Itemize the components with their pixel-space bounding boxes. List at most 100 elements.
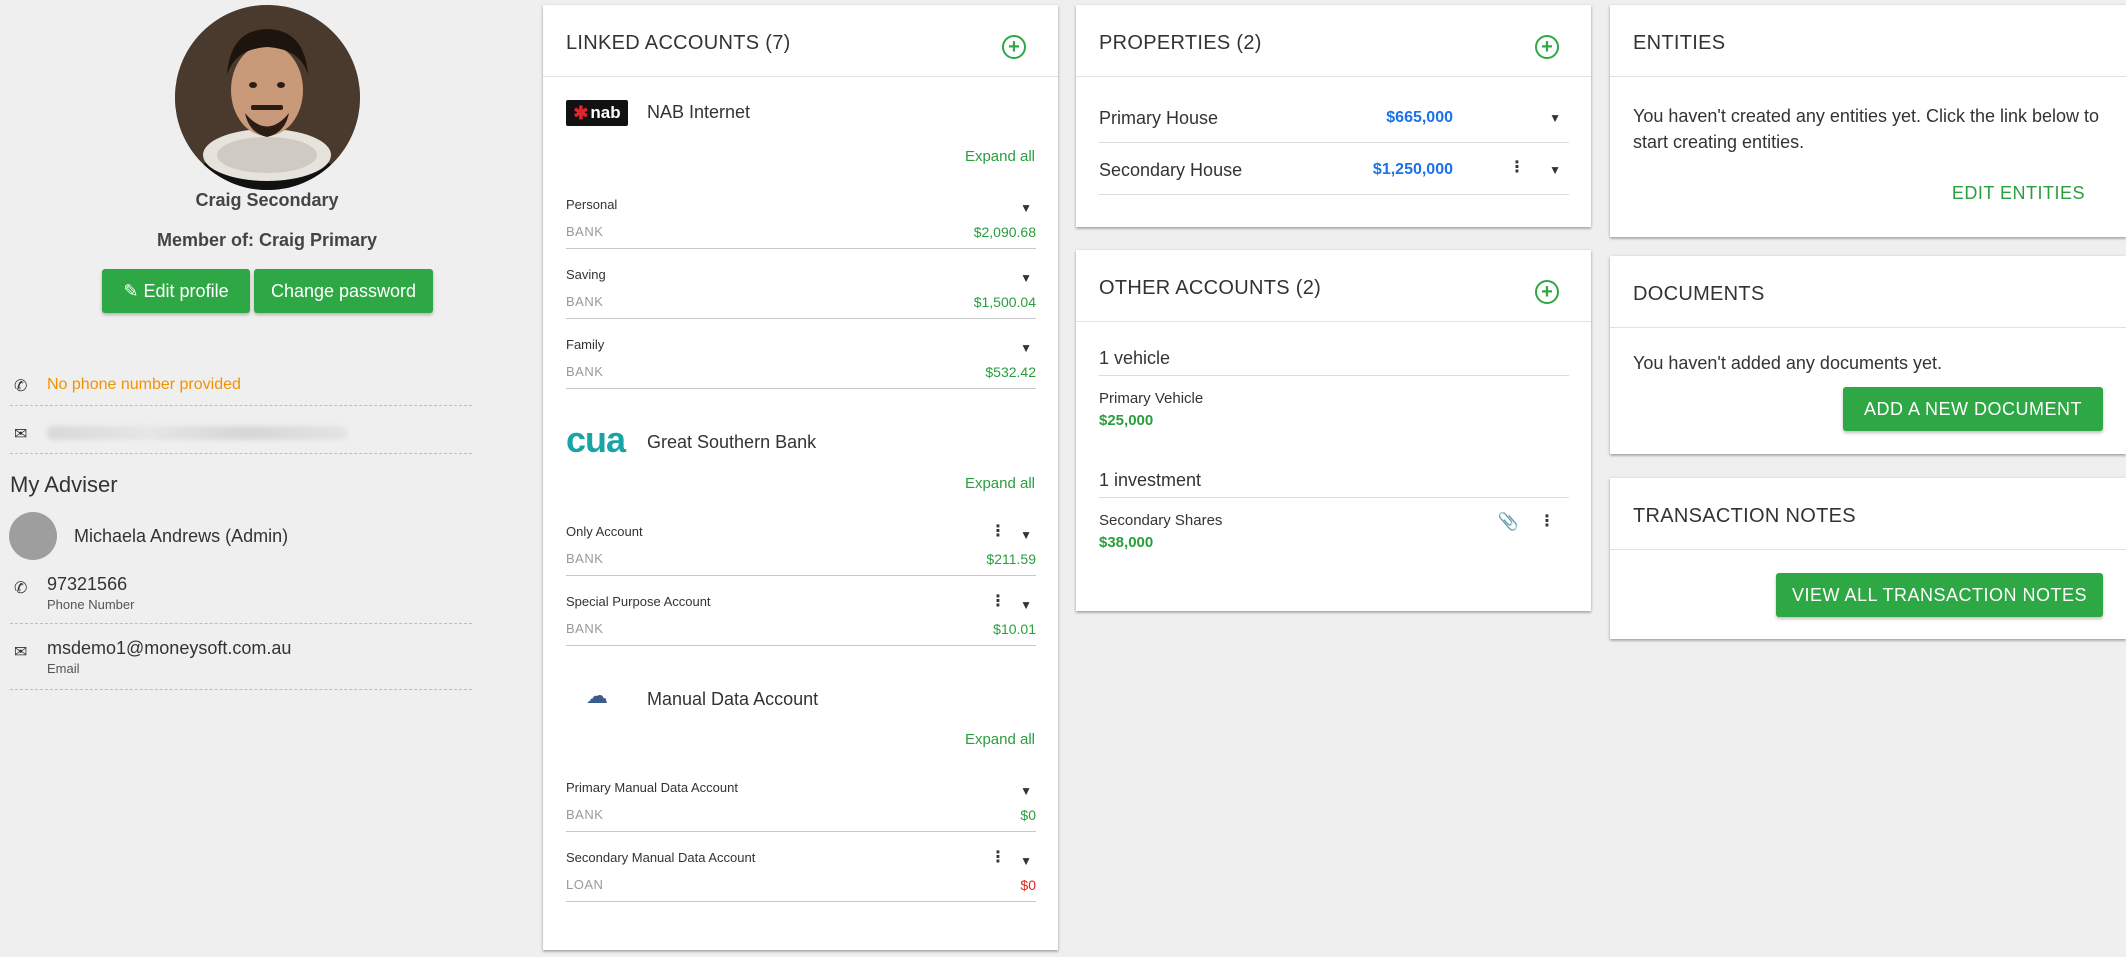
bank-name: Great Southern Bank	[647, 432, 817, 452]
other-group-label: 1 vehicle	[1099, 348, 1171, 368]
adviser-phone-row: ✆ 97321566 Phone Number	[10, 574, 472, 624]
documents-title: DOCUMENTS	[1633, 283, 1765, 305]
edit-entities-link[interactable]: EDIT ENTITIES	[1952, 183, 2085, 204]
property-value: $665,000	[1386, 109, 1453, 126]
other-group-label: 1 investment	[1099, 470, 1202, 490]
add-linked-account-icon[interactable]: +	[1002, 35, 1026, 59]
cua-logo: cua	[566, 419, 626, 460]
account-name: Family	[566, 337, 605, 352]
other-account-value: $38,000	[1099, 534, 1154, 551]
email-icon: ✉	[14, 426, 28, 443]
profile-phone: No phone number provided	[47, 376, 241, 393]
account-row[interactable]: Secondary Manual Data Account ⋮ ▼ LOAN $…	[566, 850, 1036, 902]
more-vert-icon[interactable]: ⋮	[1509, 160, 1525, 176]
other-account-item[interactable]: Primary Vehicle $25,000	[1099, 390, 1569, 440]
property-value: $1,250,000	[1372, 161, 1453, 178]
account-row[interactable]: Family ▼ BANK $532.42	[566, 337, 1036, 389]
chevron-down-icon[interactable]: ▼	[1020, 854, 1032, 868]
adviser-email-label: Email	[47, 661, 80, 676]
account-balance: $10.01	[993, 621, 1036, 637]
account-balance: $2,090.68	[973, 224, 1036, 240]
add-property-icon[interactable]: +	[1535, 35, 1559, 59]
property-row[interactable]: Primary House $665,000 ▼	[1099, 93, 1569, 143]
profile-name: Craig Secondary	[195, 190, 339, 210]
account-row[interactable]: Only Account ⋮ ▼ BANK $211.59	[566, 524, 1036, 576]
other-accounts-title: OTHER ACCOUNTS (2)	[1099, 277, 1322, 299]
chevron-down-icon[interactable]: ▼	[1020, 201, 1032, 215]
account-row[interactable]: Special Purpose Account ⋮ ▼ BANK $10.01	[566, 594, 1036, 646]
other-group-vehicle: 1 vehicle	[1099, 336, 1569, 376]
view-all-transaction-notes-button[interactable]: VIEW ALL TRANSACTION NOTES	[1776, 573, 2103, 617]
other-accounts-header: OTHER ACCOUNTS (2) +	[1076, 250, 1591, 322]
account-type: BANK	[566, 807, 604, 822]
account-balance: $0	[1020, 877, 1036, 893]
profile-avatar	[175, 5, 360, 190]
other-account-item[interactable]: Secondary Shares $38,000 📎 ⋮	[1099, 512, 1569, 562]
member-of: Member of: Craig Primary	[156, 230, 378, 250]
transaction-notes-card: TRANSACTION NOTES VIEW ALL TRANSACTION N…	[1610, 478, 2126, 639]
chevron-down-icon[interactable]: ▼	[1549, 163, 1561, 177]
pencil-icon: ✎	[123, 280, 139, 301]
chevron-down-icon[interactable]: ▼	[1020, 598, 1032, 612]
bank-manual: ☁ Manual Data Account	[566, 683, 1036, 727]
properties-header: PROPERTIES (2) +	[1076, 5, 1591, 77]
linked-accounts-title: LINKED ACCOUNTS (7)	[566, 32, 791, 54]
entities-card: ENTITIES You haven't created any entitie…	[1610, 5, 2126, 237]
transaction-notes-title: TRANSACTION NOTES	[1633, 505, 1856, 527]
edit-profile-label: Edit profile	[143, 280, 229, 301]
cloud-upload-icon: ☁	[586, 683, 608, 708]
adviser-phone-label: Phone Number	[47, 597, 135, 612]
account-name: Secondary Manual Data Account	[566, 850, 756, 865]
adviser-name: Michaela Andrews (Admin)	[74, 526, 289, 546]
adviser-email[interactable]: msdemo1@moneysoft.com.au	[47, 638, 291, 659]
more-vert-icon[interactable]: ⋮	[990, 850, 1006, 866]
profile-panel: Craig Secondary Member of: Craig Primary…	[0, 0, 480, 957]
add-other-account-icon[interactable]: +	[1535, 280, 1559, 304]
chevron-down-icon[interactable]: ▼	[1020, 271, 1032, 285]
more-vert-icon[interactable]: ⋮	[1539, 514, 1555, 530]
account-name: Only Account	[566, 524, 643, 539]
documents-card: DOCUMENTS You haven't added any document…	[1610, 256, 2126, 454]
documents-header: DOCUMENTS	[1610, 256, 2126, 328]
other-account-name: Primary Vehicle	[1099, 390, 1204, 407]
bank-nab: ✱ nab NAB Internet	[566, 100, 1036, 140]
account-row[interactable]: Saving ▼ BANK $1,500.04	[566, 267, 1036, 319]
account-name: Special Purpose Account	[566, 594, 711, 609]
adviser-title: My Adviser	[10, 472, 118, 497]
account-row[interactable]: Primary Manual Data Account ▼ BANK $0	[566, 780, 1036, 832]
account-balance: $211.59	[986, 551, 1036, 567]
edit-profile-button[interactable]: ✎ Edit profile	[102, 269, 250, 313]
profile-email-redacted	[47, 426, 347, 440]
adviser-avatar	[9, 512, 57, 560]
linked-accounts-header: LINKED ACCOUNTS (7) +	[543, 5, 1058, 77]
profile-email-row: ✉	[10, 420, 472, 454]
adviser-phone[interactable]: 97321566	[47, 574, 134, 595]
more-vert-icon[interactable]: ⋮	[990, 594, 1006, 610]
expand-all-link[interactable]: Expand all	[965, 731, 1035, 748]
account-row[interactable]: Personal ▼ BANK $2,090.68	[566, 197, 1036, 249]
chevron-down-icon[interactable]: ▼	[1020, 528, 1032, 542]
more-vert-icon[interactable]: ⋮	[990, 524, 1006, 540]
add-document-button[interactable]: ADD A NEW DOCUMENT	[1843, 387, 2103, 431]
phone-icon: ✆	[14, 378, 28, 395]
adviser-email-row: ✉ msdemo1@moneysoft.com.au Email	[10, 638, 472, 690]
change-password-button[interactable]: Change password	[254, 269, 433, 313]
account-type: BANK	[566, 364, 604, 379]
chevron-down-icon[interactable]: ▼	[1020, 341, 1032, 355]
entities-message: You haven't created any entities yet. Cl…	[1633, 106, 2100, 152]
account-type: LOAN	[566, 877, 604, 892]
property-row[interactable]: Secondary House $1,250,000 ⋮ ▼	[1099, 145, 1569, 195]
other-account-name: Secondary Shares	[1099, 512, 1223, 529]
chevron-down-icon[interactable]: ▼	[1549, 111, 1561, 125]
attachment-icon[interactable]: 📎	[1498, 512, 1519, 532]
properties-title: PROPERTIES (2)	[1099, 32, 1262, 54]
expand-all-link[interactable]: Expand all	[965, 148, 1035, 165]
properties-card: PROPERTIES (2) + Primary House $665,000 …	[1076, 5, 1591, 227]
other-accounts-card: OTHER ACCOUNTS (2) + 1 vehicle Primary V…	[1076, 250, 1591, 611]
property-name: Primary House	[1099, 108, 1219, 128]
chevron-down-icon[interactable]: ▼	[1020, 784, 1032, 798]
phone-icon: ✆	[14, 580, 28, 597]
expand-all-link[interactable]: Expand all	[965, 475, 1035, 492]
other-group-investment: 1 investment	[1099, 458, 1569, 498]
account-name: Primary Manual Data Account	[566, 780, 738, 795]
